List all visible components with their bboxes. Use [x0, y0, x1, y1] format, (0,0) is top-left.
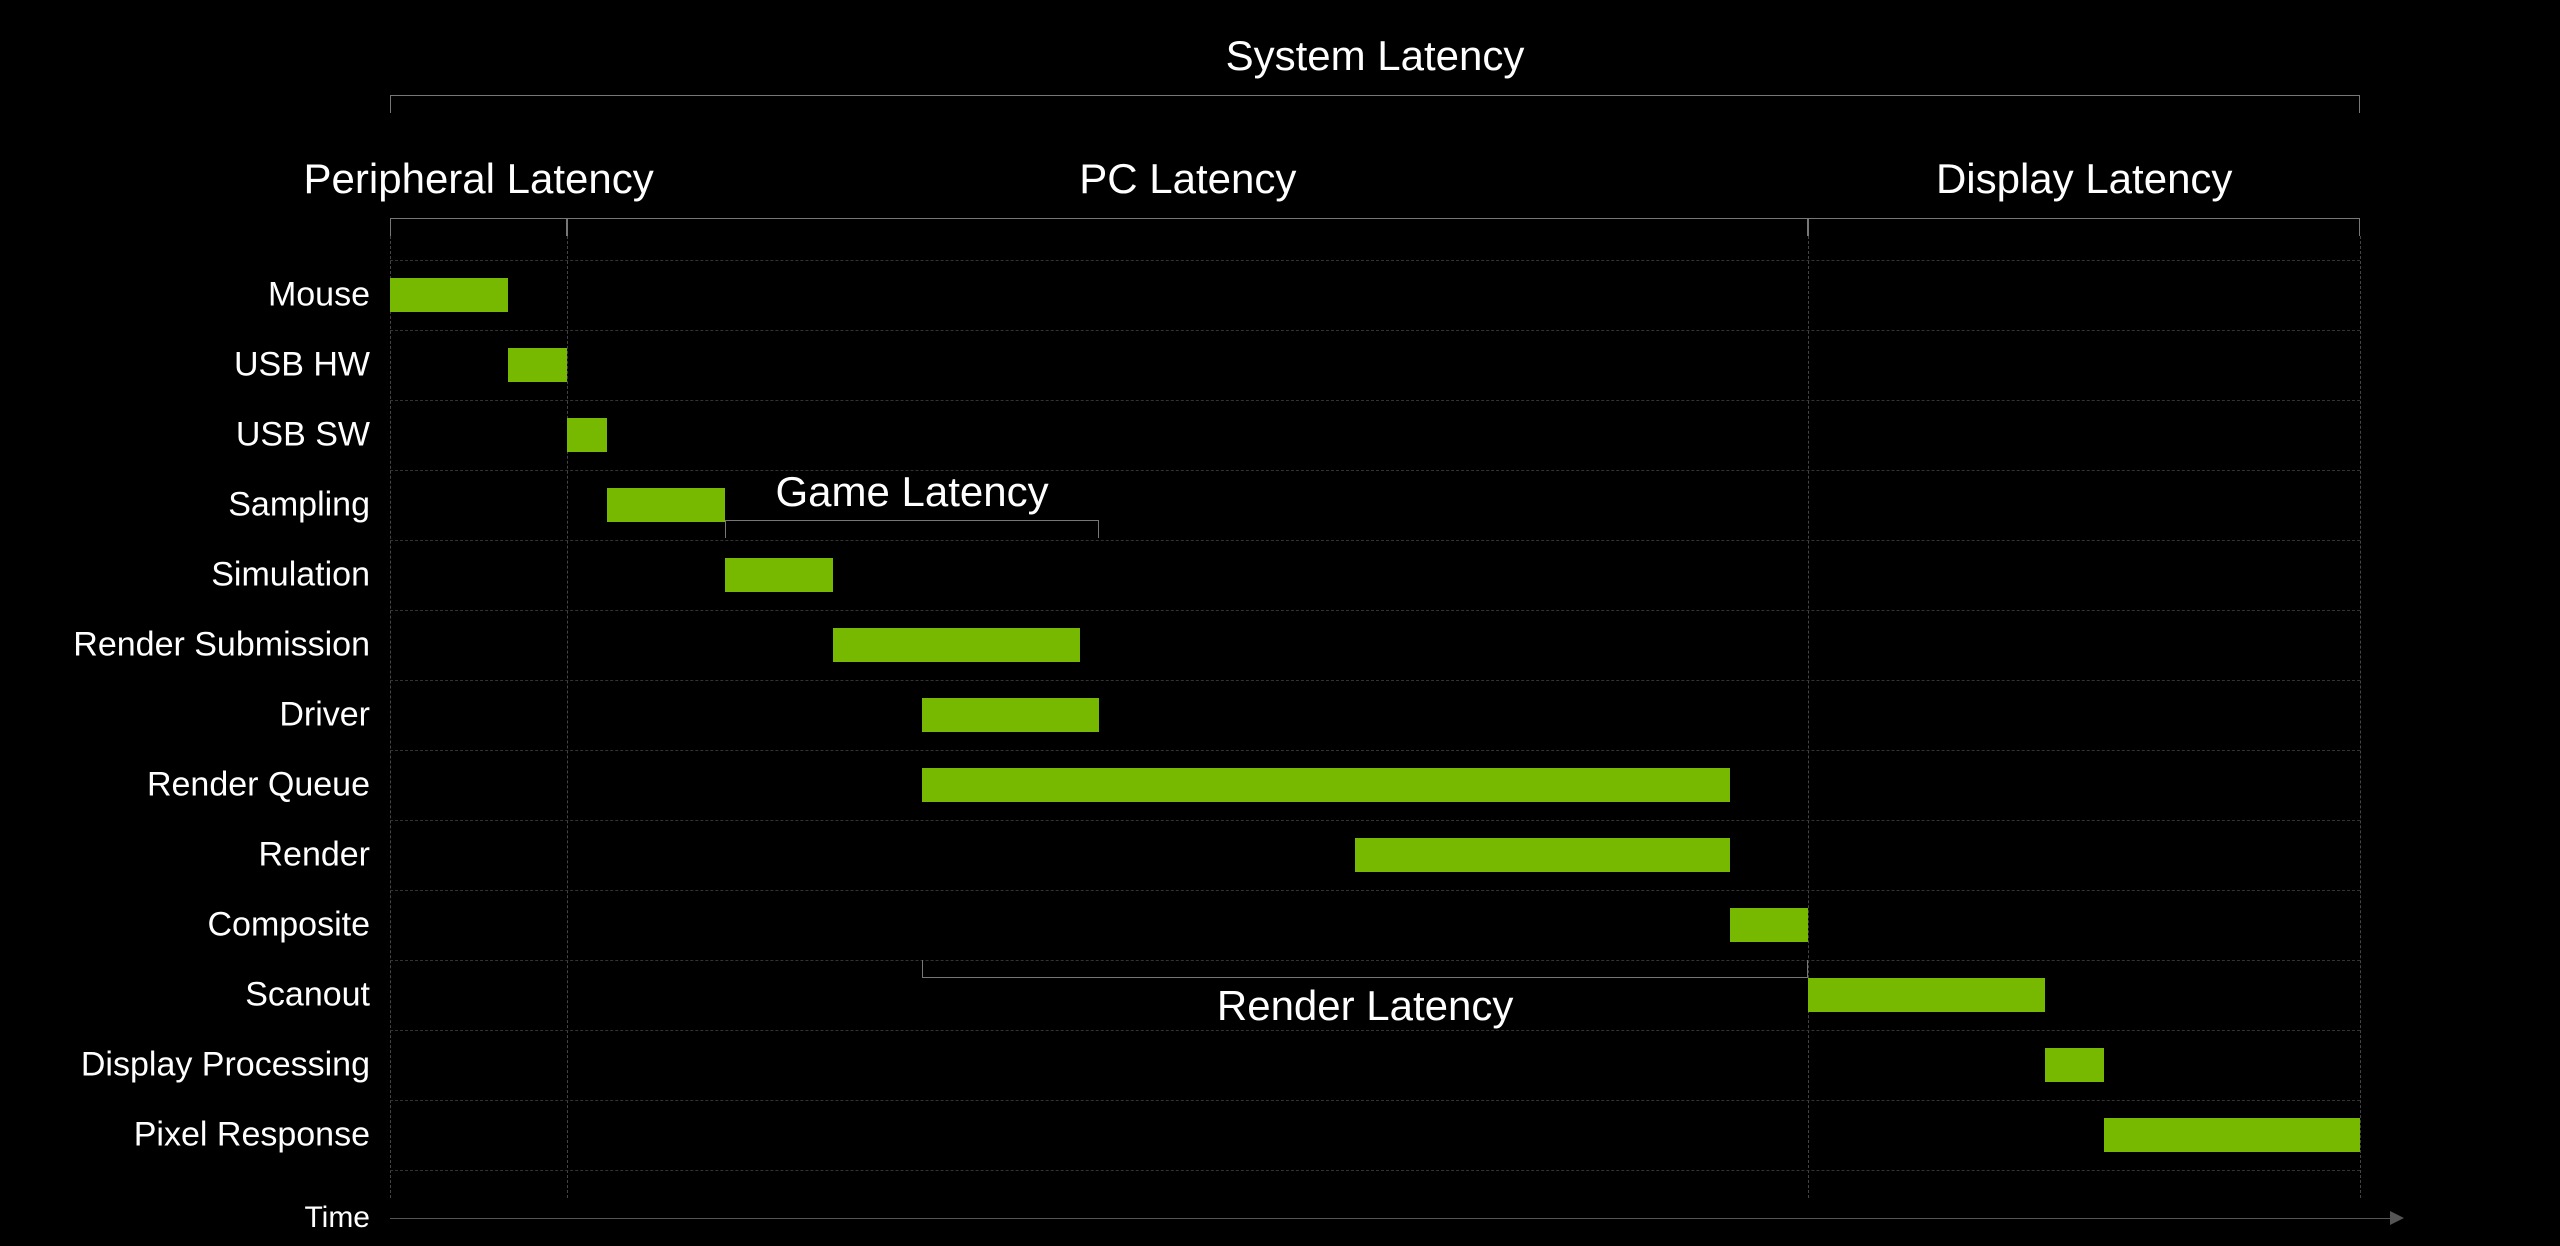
- group-title: Display Latency: [1936, 155, 2232, 203]
- grid-hline: [390, 540, 2360, 541]
- grid-hline: [390, 1170, 2360, 1171]
- row-label: Render Queue: [147, 766, 370, 805]
- x-axis-label: Time: [304, 1201, 370, 1235]
- grid-hline: [390, 330, 2360, 331]
- latency-bar: [922, 698, 1099, 732]
- grid-hline: [390, 820, 2360, 821]
- latency-bar: [922, 768, 1730, 802]
- x-axis: [390, 1218, 2390, 1219]
- bracket-group: [567, 218, 1808, 236]
- latency-bar: [607, 488, 725, 522]
- grid-hline: [390, 750, 2360, 751]
- bracket-group: [1808, 218, 2360, 236]
- grid-hline: [390, 890, 2360, 891]
- group-title: PC Latency: [1079, 155, 1296, 203]
- latency-bar: [1730, 908, 1809, 942]
- grid-hline: [390, 1030, 2360, 1031]
- grid-vline: [390, 236, 391, 1198]
- row-label: Mouse: [268, 276, 370, 315]
- row-label: Driver: [279, 696, 370, 735]
- row-label: Composite: [207, 906, 370, 945]
- row-label: USB HW: [234, 346, 370, 385]
- group-title: Peripheral Latency: [304, 155, 654, 203]
- grid-hline: [390, 1100, 2360, 1101]
- row-label: Pixel Response: [134, 1116, 370, 1155]
- grid-vline: [567, 236, 568, 1198]
- latency-bar: [390, 278, 508, 312]
- latency-bar: [1808, 978, 2044, 1012]
- latency-bar: [2045, 1048, 2104, 1082]
- title-system-latency: System Latency: [1226, 32, 1525, 80]
- latency-diagram: System Latency Peripheral Latency PC Laten…: [0, 0, 2560, 1246]
- latency-bar: [1355, 838, 1729, 872]
- grid-hline: [390, 610, 2360, 611]
- grid-vline: [1808, 236, 1809, 1198]
- latency-bar: [833, 628, 1079, 662]
- row-label: Simulation: [211, 556, 370, 595]
- bracket-system: [390, 95, 2360, 113]
- grid-hline: [390, 470, 2360, 471]
- bracket-game: [725, 520, 1099, 538]
- grid-hline: [390, 680, 2360, 681]
- bracket-render: [922, 960, 1809, 978]
- latency-bar: [2104, 1118, 2360, 1152]
- latency-bar: [508, 348, 567, 382]
- latency-bar: [725, 558, 833, 592]
- subgroup-title: Game Latency: [775, 468, 1048, 516]
- row-label: Render: [258, 836, 370, 875]
- grid-hline: [390, 400, 2360, 401]
- row-label: Render Submission: [73, 626, 370, 665]
- row-label: Display Processing: [81, 1046, 370, 1085]
- grid-vline: [2360, 236, 2361, 1198]
- grid-hline: [390, 260, 2360, 261]
- x-axis-arrow: [2390, 1211, 2404, 1225]
- latency-bar: [567, 418, 606, 452]
- subgroup-title: Render Latency: [1217, 982, 1514, 1030]
- bracket-group: [390, 218, 567, 236]
- row-label: Sampling: [228, 486, 370, 525]
- row-label: USB SW: [236, 416, 370, 455]
- row-label: Scanout: [245, 976, 370, 1015]
